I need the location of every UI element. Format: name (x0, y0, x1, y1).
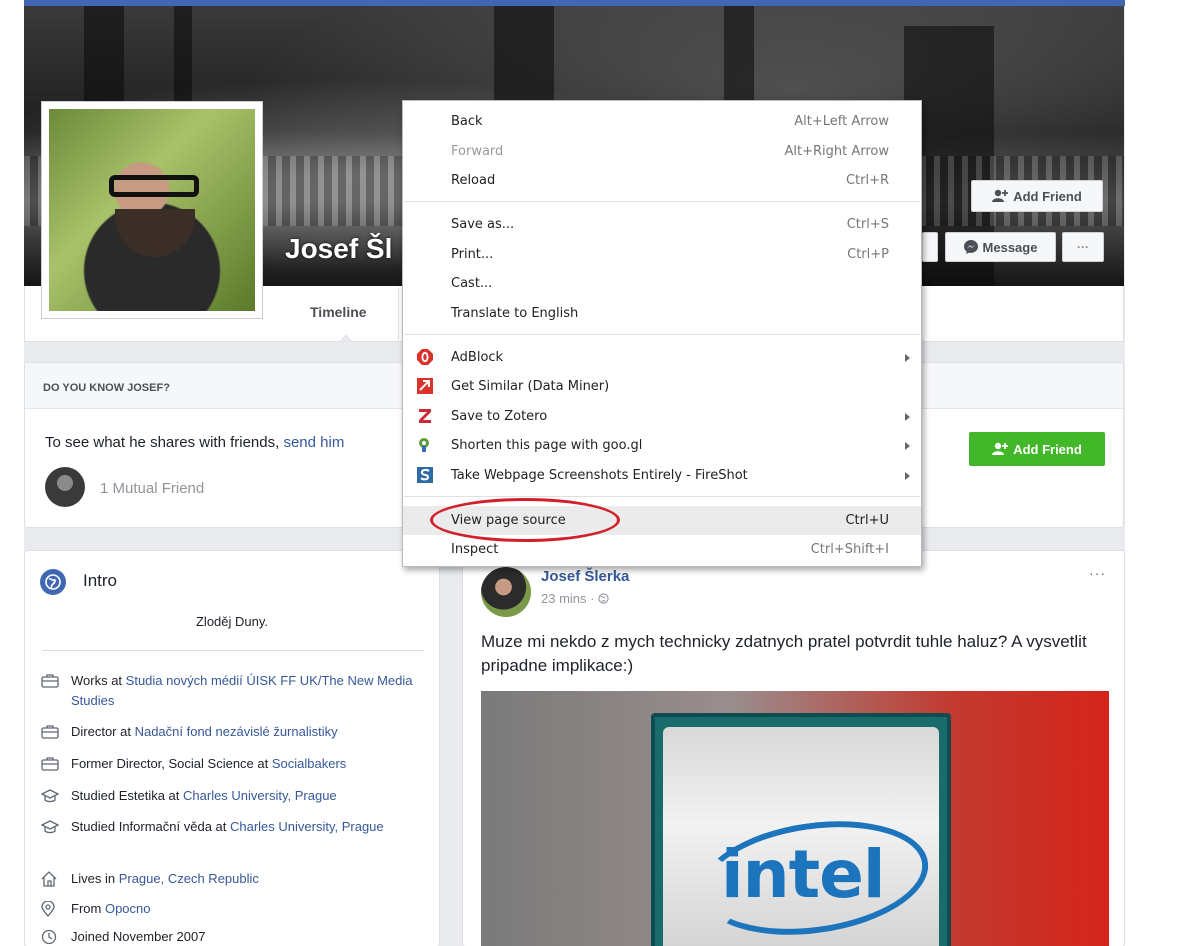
intro-card: Intro Zloděj Duny. Works at Studia novýc… (24, 550, 440, 946)
context-menu: Back Alt+Left Arrow Forward Alt+Right Arro… (402, 100, 922, 567)
googl-icon (419, 438, 429, 452)
post-author-avatar[interactable] (481, 567, 531, 617)
more-dots-icon: ··· (1077, 240, 1089, 254)
zotero-icon (419, 409, 431, 423)
menu-separator (404, 201, 920, 202)
post-text: Muze mi nekdo z mych technicky zdatnych … (481, 632, 1087, 675)
right-margin (1125, 0, 1179, 946)
cover-add-friend-button[interactable]: Add Friend (971, 180, 1103, 212)
tab-divider (398, 288, 399, 340)
messenger-icon (963, 240, 978, 254)
post-options-button[interactable]: ··· (1089, 565, 1106, 581)
menu-separator (404, 334, 920, 335)
fireshot-icon (417, 467, 433, 483)
intro-link[interactable]: Prague, Czech Republic (119, 871, 259, 886)
mutual-friends-count[interactable]: 1 Mutual Friend (100, 480, 204, 497)
post-timestamp[interactable]: 23 mins · (541, 591, 610, 606)
add-friend-button[interactable]: Add Friend (969, 432, 1105, 466)
submenu-arrow-icon (905, 442, 910, 450)
tab-active-caret (340, 334, 352, 342)
clock-icon (41, 927, 71, 946)
profile-picture[interactable] (41, 101, 263, 319)
adblock-icon (417, 349, 433, 365)
intro-link[interactable]: Opocno (105, 901, 151, 916)
intel-logo-text: intel (721, 836, 886, 913)
profile-name[interactable]: Josef Šl (285, 233, 405, 265)
ctx-shorten-googl[interactable]: Shorten this page with goo.gl (403, 431, 921, 460)
submenu-arrow-icon (905, 354, 910, 362)
intro-link[interactable]: Charles University, Prague (230, 819, 384, 834)
globe-icon (40, 569, 66, 595)
message-label: Message (982, 239, 1038, 255)
intro-link[interactable]: Charles University, Prague (183, 788, 337, 803)
globe-icon (598, 593, 610, 604)
ctx-adblock[interactable]: AdBlock (403, 343, 921, 372)
add-friend-label: Add Friend (1013, 441, 1082, 457)
submenu-arrow-icon (905, 413, 910, 421)
annotation-highlight-oval (430, 498, 620, 542)
add-friend-icon (992, 442, 1009, 455)
add-friend-label: Add Friend (1013, 188, 1082, 204)
briefcase-icon (41, 722, 71, 742)
intro-row-work: Director at Nadační fond nezávislé žurna… (41, 722, 431, 742)
ctx-reload[interactable]: Reload Ctrl+R (403, 166, 921, 195)
more-options-button[interactable]: ··· (1062, 232, 1104, 262)
do-you-know-title: DO YOU KNOW JOSEF? (43, 382, 170, 394)
intro-title: Intro (83, 571, 118, 590)
ctx-forward[interactable]: Forward Alt+Right Arrow (403, 137, 921, 166)
ctx-get-similar[interactable]: Get Similar (Data Miner) (403, 372, 921, 401)
intro-link[interactable]: Socialbakers (272, 756, 346, 771)
post-image[interactable]: intel (481, 691, 1109, 946)
intro-row-education: Studied Estetika at Charles University, … (41, 786, 431, 806)
ctx-save-as[interactable]: Save as... Ctrl+S (403, 210, 921, 239)
post-card: Josef Šlerka 23 mins · ··· Muze mi nekdo… (462, 550, 1125, 946)
intro-row-work: Former Director, Social Science at Socia… (41, 754, 431, 774)
left-margin (0, 0, 24, 946)
post-author-name[interactable]: Josef Šlerka (541, 568, 629, 585)
intro-row-education: Studied Informační věda at Charles Unive… (41, 817, 431, 837)
intro-row-joined: Joined November 2007 (41, 927, 431, 946)
intro-link[interactable]: Nadační fond nezávislé žurnalistiky (135, 724, 338, 739)
ctx-print[interactable]: Print... Ctrl+P (403, 240, 921, 269)
briefcase-icon (41, 754, 71, 774)
add-friend-icon (992, 189, 1009, 202)
message-button[interactable]: Message (945, 232, 1056, 262)
graduation-cap-icon (41, 786, 71, 806)
briefcase-icon (41, 671, 71, 691)
intro-row-lives: Lives in Prague, Czech Republic (41, 869, 431, 889)
intro-row-from: From Opocno (41, 899, 431, 919)
cover-follow-button-partial[interactable] (922, 232, 938, 262)
intro-row-work: Works at Studia nových médií ÚISK FF UK/… (41, 671, 431, 711)
graduation-cap-icon (41, 817, 71, 837)
ctx-back[interactable]: Back Alt+Left Arrow (403, 107, 921, 136)
ctx-fireshot[interactable]: Take Webpage Screenshots Entirely - Fire… (403, 461, 921, 490)
do-you-know-text: To see what he shares with friends, send… (45, 434, 345, 451)
intro-bio: Zloděj Duny. (195, 614, 268, 629)
location-pin-icon (41, 899, 71, 919)
mutual-friend-avatar[interactable] (45, 467, 85, 507)
ctx-cast[interactable]: Cast... (403, 269, 921, 298)
send-friend-request-link[interactable]: send him (283, 434, 344, 451)
menu-separator (404, 496, 920, 497)
ctx-save-to-zotero[interactable]: Save to Zotero (403, 402, 921, 431)
home-icon (41, 869, 71, 889)
tab-timeline[interactable]: Timeline (310, 304, 367, 320)
data-miner-icon (417, 378, 433, 394)
ctx-translate[interactable]: Translate to English (403, 299, 921, 328)
divider (42, 650, 424, 651)
submenu-arrow-icon (905, 472, 910, 480)
